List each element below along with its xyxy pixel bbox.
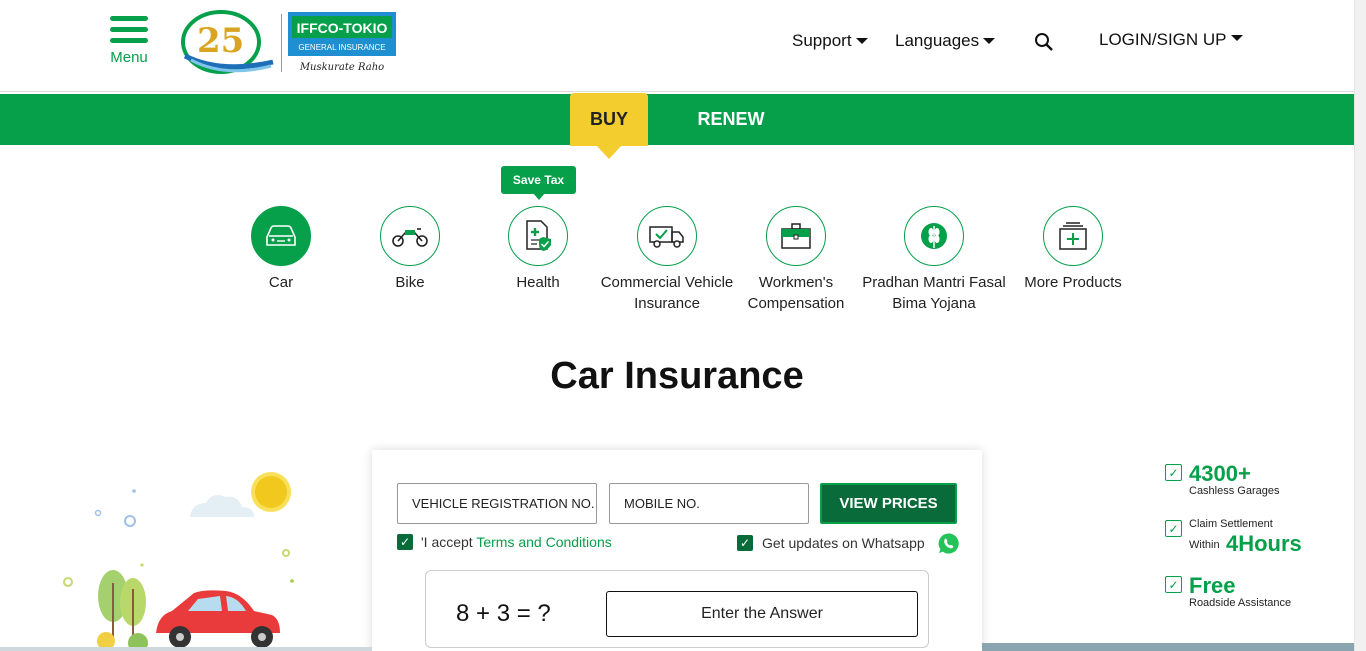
check-icon: ✓ bbox=[1165, 464, 1182, 481]
check-icon: ✓ bbox=[1165, 520, 1182, 537]
product-label: Workmen's Compensation bbox=[747, 274, 845, 312]
bottom-strip bbox=[0, 647, 372, 651]
caret-down-icon bbox=[855, 38, 868, 44]
whatsapp-checkbox[interactable]: ✓ bbox=[737, 535, 753, 551]
header: Menu 25 IFFCO-TOKIO GENERAL INSURANCE Mu… bbox=[0, 0, 1354, 92]
product-fasal-bima[interactable]: Pradhan Mantri Fasal Bima Yojana bbox=[859, 206, 1009, 314]
product-more[interactable]: More Products bbox=[998, 206, 1148, 293]
scrollbar[interactable] bbox=[1354, 0, 1366, 651]
car-illustration bbox=[63, 472, 294, 651]
hamburger-icon bbox=[110, 16, 148, 21]
page-title: Car Insurance bbox=[550, 355, 804, 397]
feature-label: Claim Settlement bbox=[1189, 518, 1273, 530]
tab-buy-pointer bbox=[596, 145, 622, 159]
truck-icon bbox=[637, 206, 697, 266]
svg-text:IFFCO-TOKIO: IFFCO-TOKIO bbox=[297, 20, 388, 36]
feature-value: 4300+ bbox=[1189, 461, 1251, 486]
product-health[interactable]: Health bbox=[463, 206, 613, 293]
bottom-strip bbox=[982, 643, 1354, 651]
car-icon bbox=[251, 206, 311, 266]
caret-down-icon bbox=[1230, 35, 1243, 41]
product-label: More Products bbox=[1024, 274, 1122, 291]
feature-label-prefix: Within bbox=[1189, 539, 1220, 551]
bike-icon bbox=[380, 206, 440, 266]
caret-down-icon bbox=[983, 38, 996, 44]
feature-value: Free bbox=[1189, 573, 1236, 598]
save-tax-pointer bbox=[533, 193, 545, 200]
tab-renew[interactable]: RENEW bbox=[690, 93, 772, 146]
product-label: Pradhan Mantri Fasal Bima Yojana bbox=[862, 274, 1006, 312]
menu-button[interactable]: Menu bbox=[108, 16, 150, 66]
more-products-icon bbox=[1043, 206, 1103, 266]
product-label: Car bbox=[268, 274, 294, 291]
nav-languages[interactable]: Languages bbox=[895, 31, 996, 51]
captcha-answer-input[interactable]: Enter the Answer bbox=[606, 591, 918, 637]
terms-prefix: 'I accept bbox=[421, 534, 477, 550]
svg-text:GENERAL INSURANCE: GENERAL INSURANCE bbox=[298, 43, 385, 52]
anniversary-25-logo: 25 bbox=[181, 10, 274, 74]
logo-divider bbox=[281, 14, 282, 72]
feature-label: Roadside Assistance bbox=[1189, 597, 1292, 609]
page: Menu 25 IFFCO-TOKIO GENERAL INSURANCE Mu… bbox=[0, 0, 1366, 651]
terms-link[interactable]: Terms and Conditions bbox=[476, 534, 611, 550]
view-prices-button[interactable]: VIEW PRICES bbox=[820, 483, 957, 524]
health-icon bbox=[508, 206, 568, 266]
crop-icon bbox=[904, 206, 964, 266]
terms-text: 'I accept Terms and Conditions bbox=[421, 534, 612, 550]
feature-label: Cashless Garages bbox=[1189, 485, 1280, 497]
vehicle-registration-input[interactable]: VEHICLE REGISTRATION NO. bbox=[397, 483, 597, 524]
nav-login-signup[interactable]: LOGIN/SIGN UP bbox=[1099, 30, 1243, 50]
hamburger-bar bbox=[110, 38, 148, 43]
buy-renew-bar bbox=[0, 94, 1354, 145]
iffco-tokio-logo[interactable]: IFFCO-TOKIO GENERAL INSURANCE Muskurate … bbox=[288, 12, 398, 74]
whatsapp-icon bbox=[938, 533, 959, 554]
tab-buy[interactable]: BUY bbox=[570, 93, 648, 146]
save-tax-badge: Save Tax bbox=[501, 166, 576, 194]
svg-text:25: 25 bbox=[197, 21, 244, 61]
mobile-number-input[interactable]: MOBILE NO. bbox=[609, 483, 809, 524]
svg-text:Muskurate Raho: Muskurate Raho bbox=[299, 62, 384, 73]
feature-value: 4Hours bbox=[1226, 531, 1302, 556]
nav-support-label: Support bbox=[792, 31, 852, 50]
product-car[interactable]: Car bbox=[206, 206, 356, 293]
nav-login-label: LOGIN/SIGN UP bbox=[1099, 30, 1227, 49]
menu-label: Menu bbox=[110, 49, 148, 66]
terms-checkbox[interactable]: ✓ bbox=[397, 534, 413, 550]
briefcase-icon bbox=[766, 206, 826, 266]
check-icon: ✓ bbox=[1165, 576, 1182, 593]
product-label: Health bbox=[516, 274, 560, 291]
product-workmens-compensation[interactable]: Workmen's Compensation bbox=[721, 206, 871, 314]
nav-languages-label: Languages bbox=[895, 31, 980, 50]
hamburger-bar bbox=[110, 27, 148, 32]
nav-support[interactable]: Support bbox=[792, 31, 868, 51]
product-commercial-vehicle[interactable]: Commercial Vehicle Insurance bbox=[592, 206, 742, 314]
search-icon[interactable] bbox=[1034, 32, 1054, 52]
captcha-question: 8 + 3 = ? bbox=[456, 600, 551, 627]
whatsapp-text: Get updates on Whatsapp bbox=[762, 535, 925, 551]
product-label: Commercial Vehicle Insurance bbox=[600, 274, 734, 312]
